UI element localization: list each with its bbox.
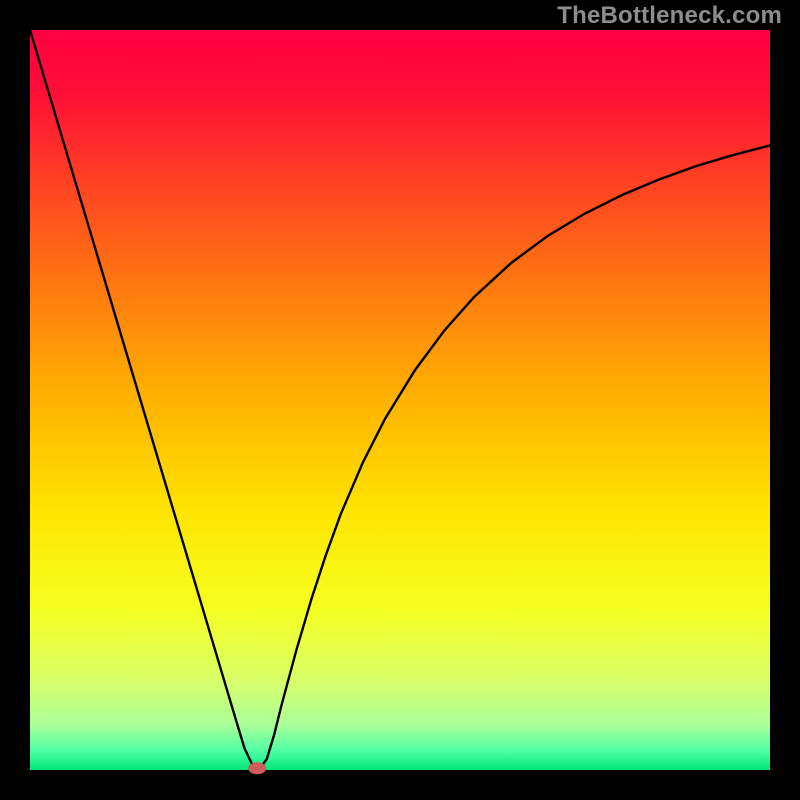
watermark-text: TheBottleneck.com <box>557 2 782 30</box>
chart-frame: { "watermark": "TheBottleneck.com", "col… <box>0 0 800 800</box>
bottleneck-chart <box>0 0 800 800</box>
minimum-marker <box>248 762 266 774</box>
